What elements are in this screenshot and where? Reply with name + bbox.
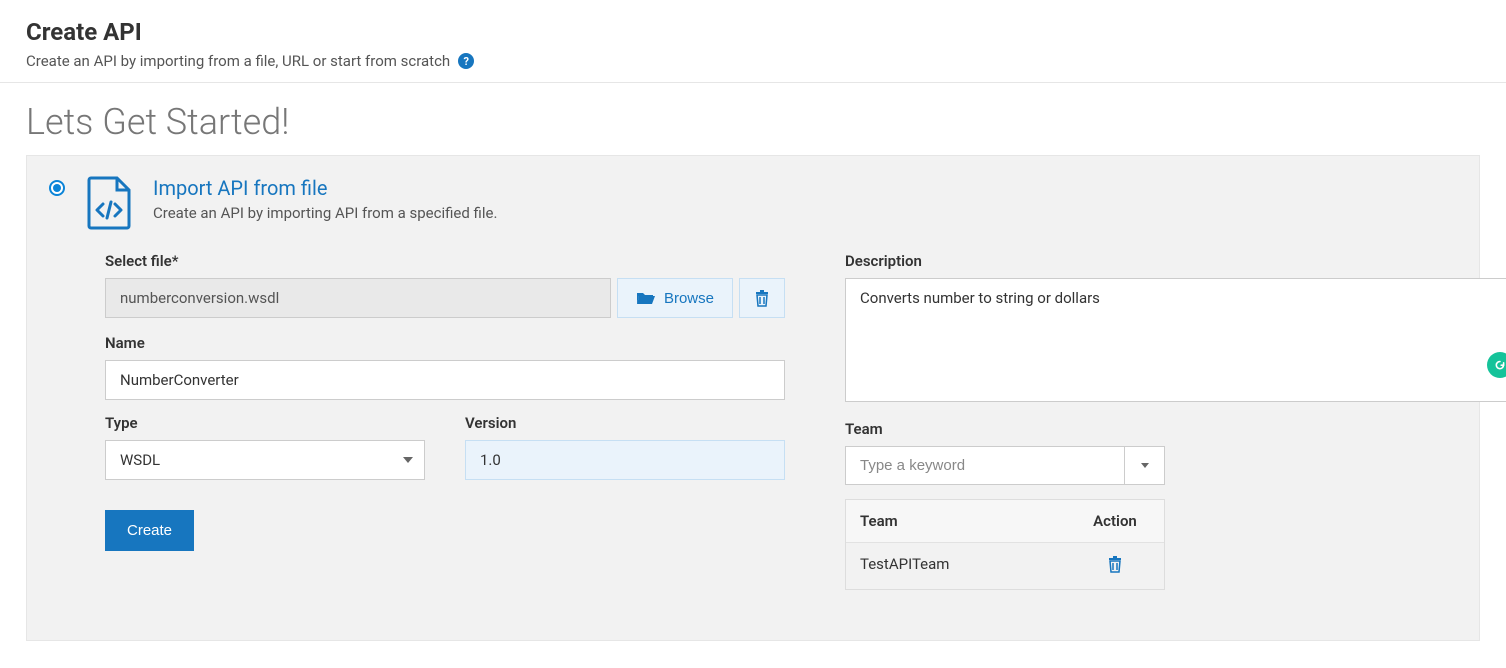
trash-icon: [754, 289, 770, 307]
team-label: Team: [845, 420, 1506, 438]
type-select-wrap: WSDL: [105, 440, 425, 480]
page-subtitle-row: Create an API by importing from a file, …: [26, 52, 1480, 70]
trash-icon: [1107, 555, 1123, 573]
team-row-action: [1080, 555, 1150, 577]
type-block: Type WSDL: [105, 414, 425, 480]
option-title: Import API from file: [153, 176, 497, 200]
name-label: Name: [105, 334, 785, 352]
folder-open-icon: [636, 290, 656, 306]
team-input[interactable]: [845, 446, 1125, 485]
team-dropdown-button[interactable]: [1125, 446, 1165, 485]
option-text-block: Import API from file Create an API by im…: [153, 176, 497, 222]
form-right-column: Description Team: [845, 252, 1506, 604]
create-button[interactable]: Create: [105, 510, 194, 551]
grammarly-icon[interactable]: [1487, 352, 1506, 378]
code-file-icon: [87, 176, 131, 230]
option-icon-wrap: [87, 176, 131, 230]
page-header: Create API Create an API by importing fr…: [0, 0, 1506, 83]
team-select-row: [845, 446, 1165, 485]
content-area: Lets Get Started! Import API from file C…: [0, 83, 1506, 659]
version-input[interactable]: [465, 440, 785, 480]
team-row-name: TestAPITeam: [860, 555, 1080, 577]
grammarly-g-icon: [1492, 357, 1506, 373]
type-label: Type: [105, 414, 425, 432]
type-select[interactable]: WSDL: [105, 440, 425, 480]
description-block: Description: [845, 252, 1506, 406]
name-input[interactable]: [105, 360, 785, 400]
page-subtitle: Create an API by importing from a file, …: [26, 52, 450, 70]
section-heading: Lets Get Started!: [26, 101, 1480, 143]
selected-file-display: numberconversion.wsdl: [105, 278, 611, 318]
team-block: Team Team Action TestAPITeam: [845, 420, 1506, 590]
clear-file-button[interactable]: [739, 278, 785, 318]
help-icon[interactable]: ?: [458, 53, 474, 69]
import-panel: Import API from file Create an API by im…: [26, 155, 1480, 641]
version-block: Version: [465, 414, 785, 480]
file-row: numberconversion.wsdl Browse: [105, 278, 785, 318]
browse-button-label: Browse: [664, 290, 714, 307]
form-columns: Select file* numberconversion.wsdl Brows…: [49, 252, 1457, 604]
description-label: Description: [845, 252, 1506, 270]
form-left-column: Select file* numberconversion.wsdl Brows…: [105, 252, 785, 604]
team-table-row: TestAPITeam: [846, 543, 1164, 589]
page-title: Create API: [26, 18, 1480, 46]
name-block: Name: [105, 334, 785, 400]
team-table: Team Action TestAPITeam: [845, 499, 1165, 590]
type-version-row: Type WSDL Version: [105, 414, 785, 494]
select-file-label: Select file*: [105, 252, 785, 270]
browse-button[interactable]: Browse: [617, 278, 733, 318]
team-table-col-team: Team: [860, 512, 1080, 530]
option-description: Create an API by importing API from a sp…: [153, 204, 497, 222]
select-file-block: Select file* numberconversion.wsdl Brows…: [105, 252, 785, 318]
option-radio[interactable]: [49, 180, 65, 196]
version-label: Version: [465, 414, 785, 432]
team-table-header: Team Action: [846, 500, 1164, 543]
option-row: Import API from file Create an API by im…: [49, 176, 1457, 230]
team-table-col-action: Action: [1080, 512, 1150, 530]
description-input[interactable]: [845, 278, 1506, 402]
delete-team-button[interactable]: [1107, 555, 1123, 573]
